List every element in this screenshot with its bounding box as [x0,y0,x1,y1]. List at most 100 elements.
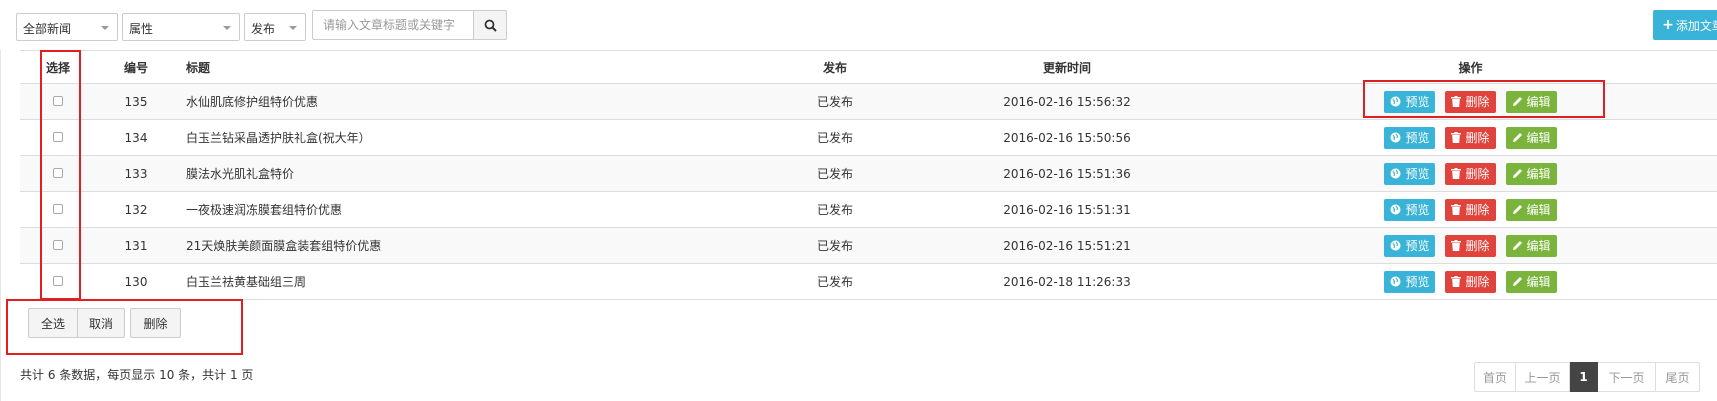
cancel-selection-button[interactable]: 取消 [78,308,125,338]
edit-button[interactable]: 编辑 [1505,162,1557,185]
row-title: 一夜极速润冻膜套组特价优惠 [176,191,760,228]
pagination: 首页 上一页 1 下一页 尾页 [1474,362,1700,392]
globe-icon [1390,132,1401,143]
delete-label: 删除 [1465,95,1490,109]
row-title: 白玉兰钻采晶透护肤礼盒(祝大年） [176,119,760,156]
row-updated: 2016-02-18 11:26:33 [910,263,1224,300]
delete-button[interactable]: 删除 [1445,270,1496,293]
search-input[interactable] [312,10,474,40]
edit-button[interactable]: 编辑 [1505,270,1557,293]
pencil-icon [1512,133,1522,142]
preview-button[interactable]: 预览 [1384,90,1436,113]
attribute-select-value: 属性 [129,22,154,36]
preview-label: 预览 [1405,95,1430,109]
chevron-down-icon [101,26,109,30]
trash-icon [1451,204,1462,215]
delete-button[interactable]: 删除 [1445,234,1496,257]
row-checkbox[interactable] [53,167,63,178]
plus-icon: + [1662,17,1674,33]
edit-label: 编辑 [1526,239,1551,253]
delete-button[interactable]: 删除 [1445,198,1496,221]
add-article-button[interactable]: + 添加文章 [1653,10,1717,40]
row-checkbox[interactable] [53,203,63,214]
trash-icon [1451,132,1462,143]
table-row: 133 膜法水光肌礼盒特价 已发布 2016-02-16 15:51:36 预览… [20,155,1717,192]
edit-button[interactable]: 编辑 [1505,90,1557,113]
add-article-label: 添加文章 [1675,18,1717,33]
category-select[interactable]: 全部新闻 [16,13,118,41]
edit-label: 编辑 [1526,95,1551,109]
pencil-icon [1512,205,1522,214]
header-updated: 更新时间 [910,50,1224,84]
globe-icon [1390,276,1401,287]
delete-button[interactable]: 删除 [1445,90,1496,113]
search-button[interactable] [473,10,507,40]
prev-page-button[interactable]: 上一页 [1516,362,1570,392]
row-publish: 已发布 [760,119,910,156]
row-updated: 2016-02-16 15:51:36 [910,155,1224,192]
trash-icon [1451,276,1462,287]
chevron-down-icon [223,26,231,30]
pagination-summary: 共计 6 条数据，每页显示 10 条，共计 1 页 [20,368,254,382]
next-page-button[interactable]: 下一页 [1598,362,1656,392]
row-updated: 2016-02-16 15:56:32 [910,83,1224,120]
delete-label: 删除 [1465,131,1490,145]
row-checkbox[interactable] [53,95,63,106]
globe-icon [1390,168,1401,179]
edit-button[interactable]: 编辑 [1505,126,1557,149]
pencil-icon [1512,169,1522,178]
preview-button[interactable]: 预览 [1384,126,1436,149]
row-publish: 已发布 [760,155,910,192]
publish-select[interactable]: 发布 [244,13,306,41]
current-page-button[interactable]: 1 [1570,362,1598,392]
row-updated: 2016-02-16 15:51:21 [910,227,1224,264]
preview-button[interactable]: 预览 [1384,198,1436,221]
row-checkbox[interactable] [53,131,63,142]
edit-label: 编辑 [1526,131,1551,145]
header-id: 编号 [96,50,176,84]
header-actions: 操作 [1224,50,1717,84]
table-row: 132 一夜极速润冻膜套组特价优惠 已发布 2016-02-16 15:51:3… [20,191,1717,228]
row-publish: 已发布 [760,191,910,228]
table-row: 130 白玉兰祛黄基础组三周 已发布 2016-02-18 11:26:33 预… [20,263,1717,300]
edit-label: 编辑 [1526,203,1551,217]
preview-button[interactable]: 预览 [1384,270,1436,293]
row-id: 132 [96,191,176,228]
trash-icon [1451,240,1462,251]
select-all-button[interactable]: 全选 [28,308,78,338]
row-id: 133 [96,155,176,192]
search-icon [484,19,497,32]
delete-label: 删除 [1465,239,1490,253]
attribute-select[interactable]: 属性 [122,13,240,41]
preview-label: 预览 [1405,275,1430,289]
last-page-button[interactable]: 尾页 [1656,362,1700,392]
first-page-button[interactable]: 首页 [1474,362,1516,392]
delete-label: 删除 [1465,167,1490,181]
row-checkbox[interactable] [53,275,63,286]
delete-button[interactable]: 删除 [1445,162,1496,185]
category-select-value: 全部新闻 [23,22,72,36]
edit-button[interactable]: 编辑 [1505,198,1557,221]
delete-label: 删除 [1465,275,1490,289]
row-title: 白玉兰祛黄基础组三周 [176,263,760,300]
header-publish: 发布 [760,50,910,84]
row-id: 135 [96,83,176,120]
globe-icon [1390,96,1401,107]
table-row: 131 21天焕肤美颜面膜盒装套组特价优惠 已发布 2016-02-16 15:… [20,227,1717,264]
preview-button[interactable]: 预览 [1384,234,1436,257]
publish-select-value: 发布 [251,22,276,36]
content-left-border [0,50,1,401]
edit-button[interactable]: 编辑 [1505,234,1557,257]
filter-toolbar: 全部新闻 属性 发布 + 添加文章 [16,10,1717,41]
preview-label: 预览 [1405,239,1430,253]
row-id: 131 [96,227,176,264]
bulk-delete-button[interactable]: 删除 [130,308,181,338]
row-title: 21天焕肤美颜面膜盒装套组特价优惠 [176,227,760,264]
edit-label: 编辑 [1526,275,1551,289]
table-row: 134 白玉兰钻采晶透护肤礼盒(祝大年） 已发布 2016-02-16 15:5… [20,119,1717,156]
preview-button[interactable]: 预览 [1384,162,1436,185]
row-checkbox[interactable] [53,239,63,250]
delete-button[interactable]: 删除 [1445,126,1496,149]
row-publish: 已发布 [760,227,910,264]
chevron-down-icon [289,26,297,30]
